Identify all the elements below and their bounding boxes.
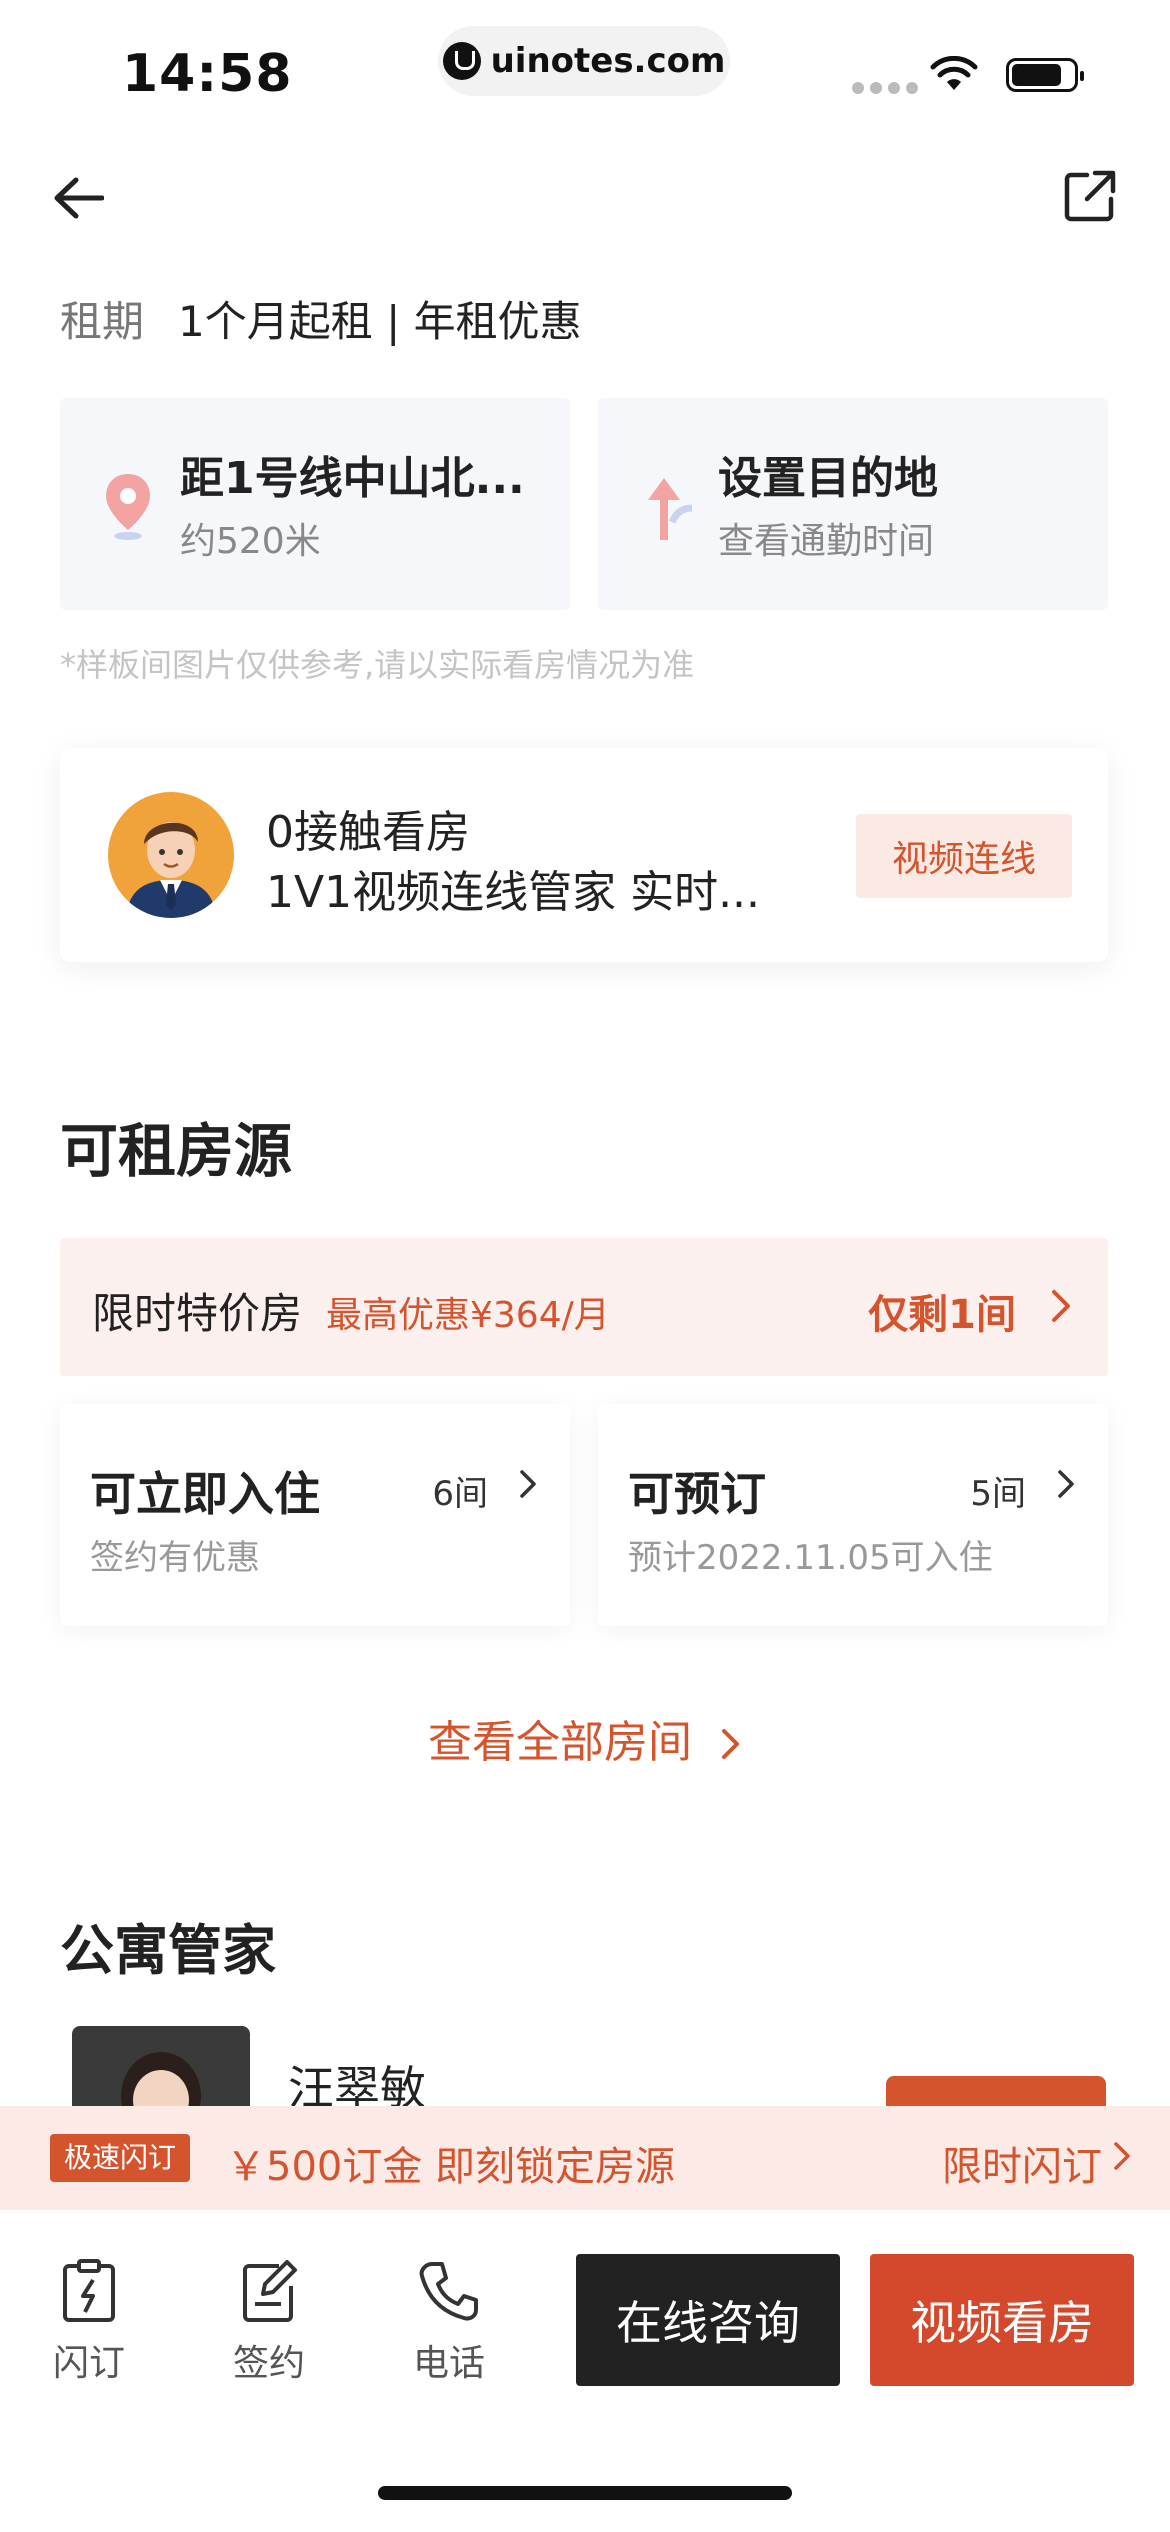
online-consult-button[interactable]: 在线咨询: [576, 2254, 840, 2386]
chevron-right-icon: [1058, 1470, 1074, 1498]
tab-flash-booking[interactable]: 闪订: [34, 2258, 144, 2386]
flash-booking-link[interactable]: 限时闪订: [942, 2134, 1102, 2192]
phone-icon: [419, 2262, 478, 2321]
manager-section-title: 公寓管家: [60, 1919, 276, 1982]
view-all-rooms-label: 查看全部房间: [428, 1717, 692, 1768]
view-all-rooms-link[interactable]: 查看全部房间: [0, 1706, 1170, 1770]
status-time: 14:58: [122, 44, 293, 104]
sign-edit-icon: [243, 2260, 297, 2322]
metro-distance-title: 距1号线中山北...: [180, 453, 525, 504]
wifi-icon: [930, 56, 978, 90]
tab-phone[interactable]: 电话: [394, 2258, 504, 2386]
destination-card[interactable]: 设置目的地 查看通勤时间: [598, 398, 1108, 610]
lease-label: 租期: [60, 297, 145, 346]
reservable-subtitle: 预计2022.11.05可入住: [628, 1538, 993, 1578]
special-price-bar[interactable]: 限时特价房 最高优惠¥364/月 仅剩1间: [60, 1238, 1108, 1376]
video-agent-card[interactable]: 0接触看房 1V1视频连线管家 实时... 视频连线: [60, 748, 1108, 962]
arrow-left-icon: [54, 177, 104, 219]
home-indicator: [378, 2486, 792, 2500]
flash-booking-text: ￥500订金 即刻锁定房源: [226, 2144, 676, 2190]
tab-phone-label: 电话: [412, 2343, 485, 2384]
disclaimer-text: *样板间图片仅供参考,请以实际看房情况为准: [60, 646, 695, 684]
share-icon: [1064, 170, 1116, 222]
metro-distance-value: 约520米: [180, 521, 321, 562]
lease-value: 1个月起租 | 年租优惠: [178, 297, 582, 346]
remaining-rooms: 仅剩1间: [868, 1292, 1016, 1338]
move-in-now-subtitle: 签约有优惠: [90, 1538, 260, 1578]
move-in-now-count: 6间: [432, 1474, 488, 1514]
destination-title: 设置目的地: [718, 453, 938, 504]
chevron-right-icon: [520, 1470, 536, 1498]
available-rooms-title: 可租房源: [60, 1117, 293, 1185]
flash-booking-tag: 极速闪订: [50, 2134, 191, 2182]
chevron-right-icon: [722, 1729, 739, 1759]
tab-flash-booking-label: 闪订: [52, 2343, 125, 2384]
metro-distance-card[interactable]: 距1号线中山北... 约520米: [60, 398, 570, 610]
battery-icon: [1006, 58, 1084, 92]
video-call-button[interactable]: 视频连线: [856, 814, 1072, 898]
tab-sign-contract-label: 签约: [232, 2343, 305, 2384]
map-pin-icon: [106, 474, 150, 540]
signal-icon: [852, 82, 918, 94]
agent-card-subtitle: 1V1视频连线管家 实时...: [266, 867, 761, 918]
chevron-right-icon: [1114, 2142, 1130, 2170]
manager-avatar: [72, 2026, 250, 2116]
back-button[interactable]: [48, 168, 108, 228]
special-price-discount: 最高优惠¥364/月: [326, 1295, 610, 1336]
route-arrow-icon: [648, 478, 693, 540]
bottom-action-bar: 闪订 签约 电话 在线咨询 视频看房: [0, 2210, 1170, 2532]
share-button[interactable]: [1058, 164, 1122, 228]
site-icon: [442, 42, 481, 80]
reservable-count: 5间: [970, 1474, 1026, 1514]
agent-card-title: 0接触看房: [266, 807, 470, 858]
destination-subtitle: 查看通勤时间: [718, 521, 935, 562]
url-pill[interactable]: uinotes.com: [438, 26, 730, 96]
agent-avatar: [108, 792, 234, 918]
tab-sign-contract[interactable]: 签约: [214, 2258, 324, 2386]
special-price-label: 限时特价房: [92, 1289, 303, 1338]
video-viewing-button[interactable]: 视频看房: [870, 2254, 1134, 2386]
move-in-now-title: 可立即入住: [90, 1467, 320, 1521]
chevron-right-icon: [1052, 1290, 1070, 1322]
url-text: uinotes.com: [490, 41, 726, 81]
flash-clipboard-icon: [63, 2259, 115, 2322]
reservable-title: 可预订: [628, 1467, 766, 1521]
flash-booking-bar[interactable]: 极速闪订 ￥500订金 即刻锁定房源 限时闪订: [0, 2106, 1170, 2210]
move-in-now-card[interactable]: 可立即入住 6间 签约有优惠: [60, 1404, 570, 1626]
reservable-card[interactable]: 可预订 5间 预计2022.11.05可入住: [598, 1404, 1108, 1626]
